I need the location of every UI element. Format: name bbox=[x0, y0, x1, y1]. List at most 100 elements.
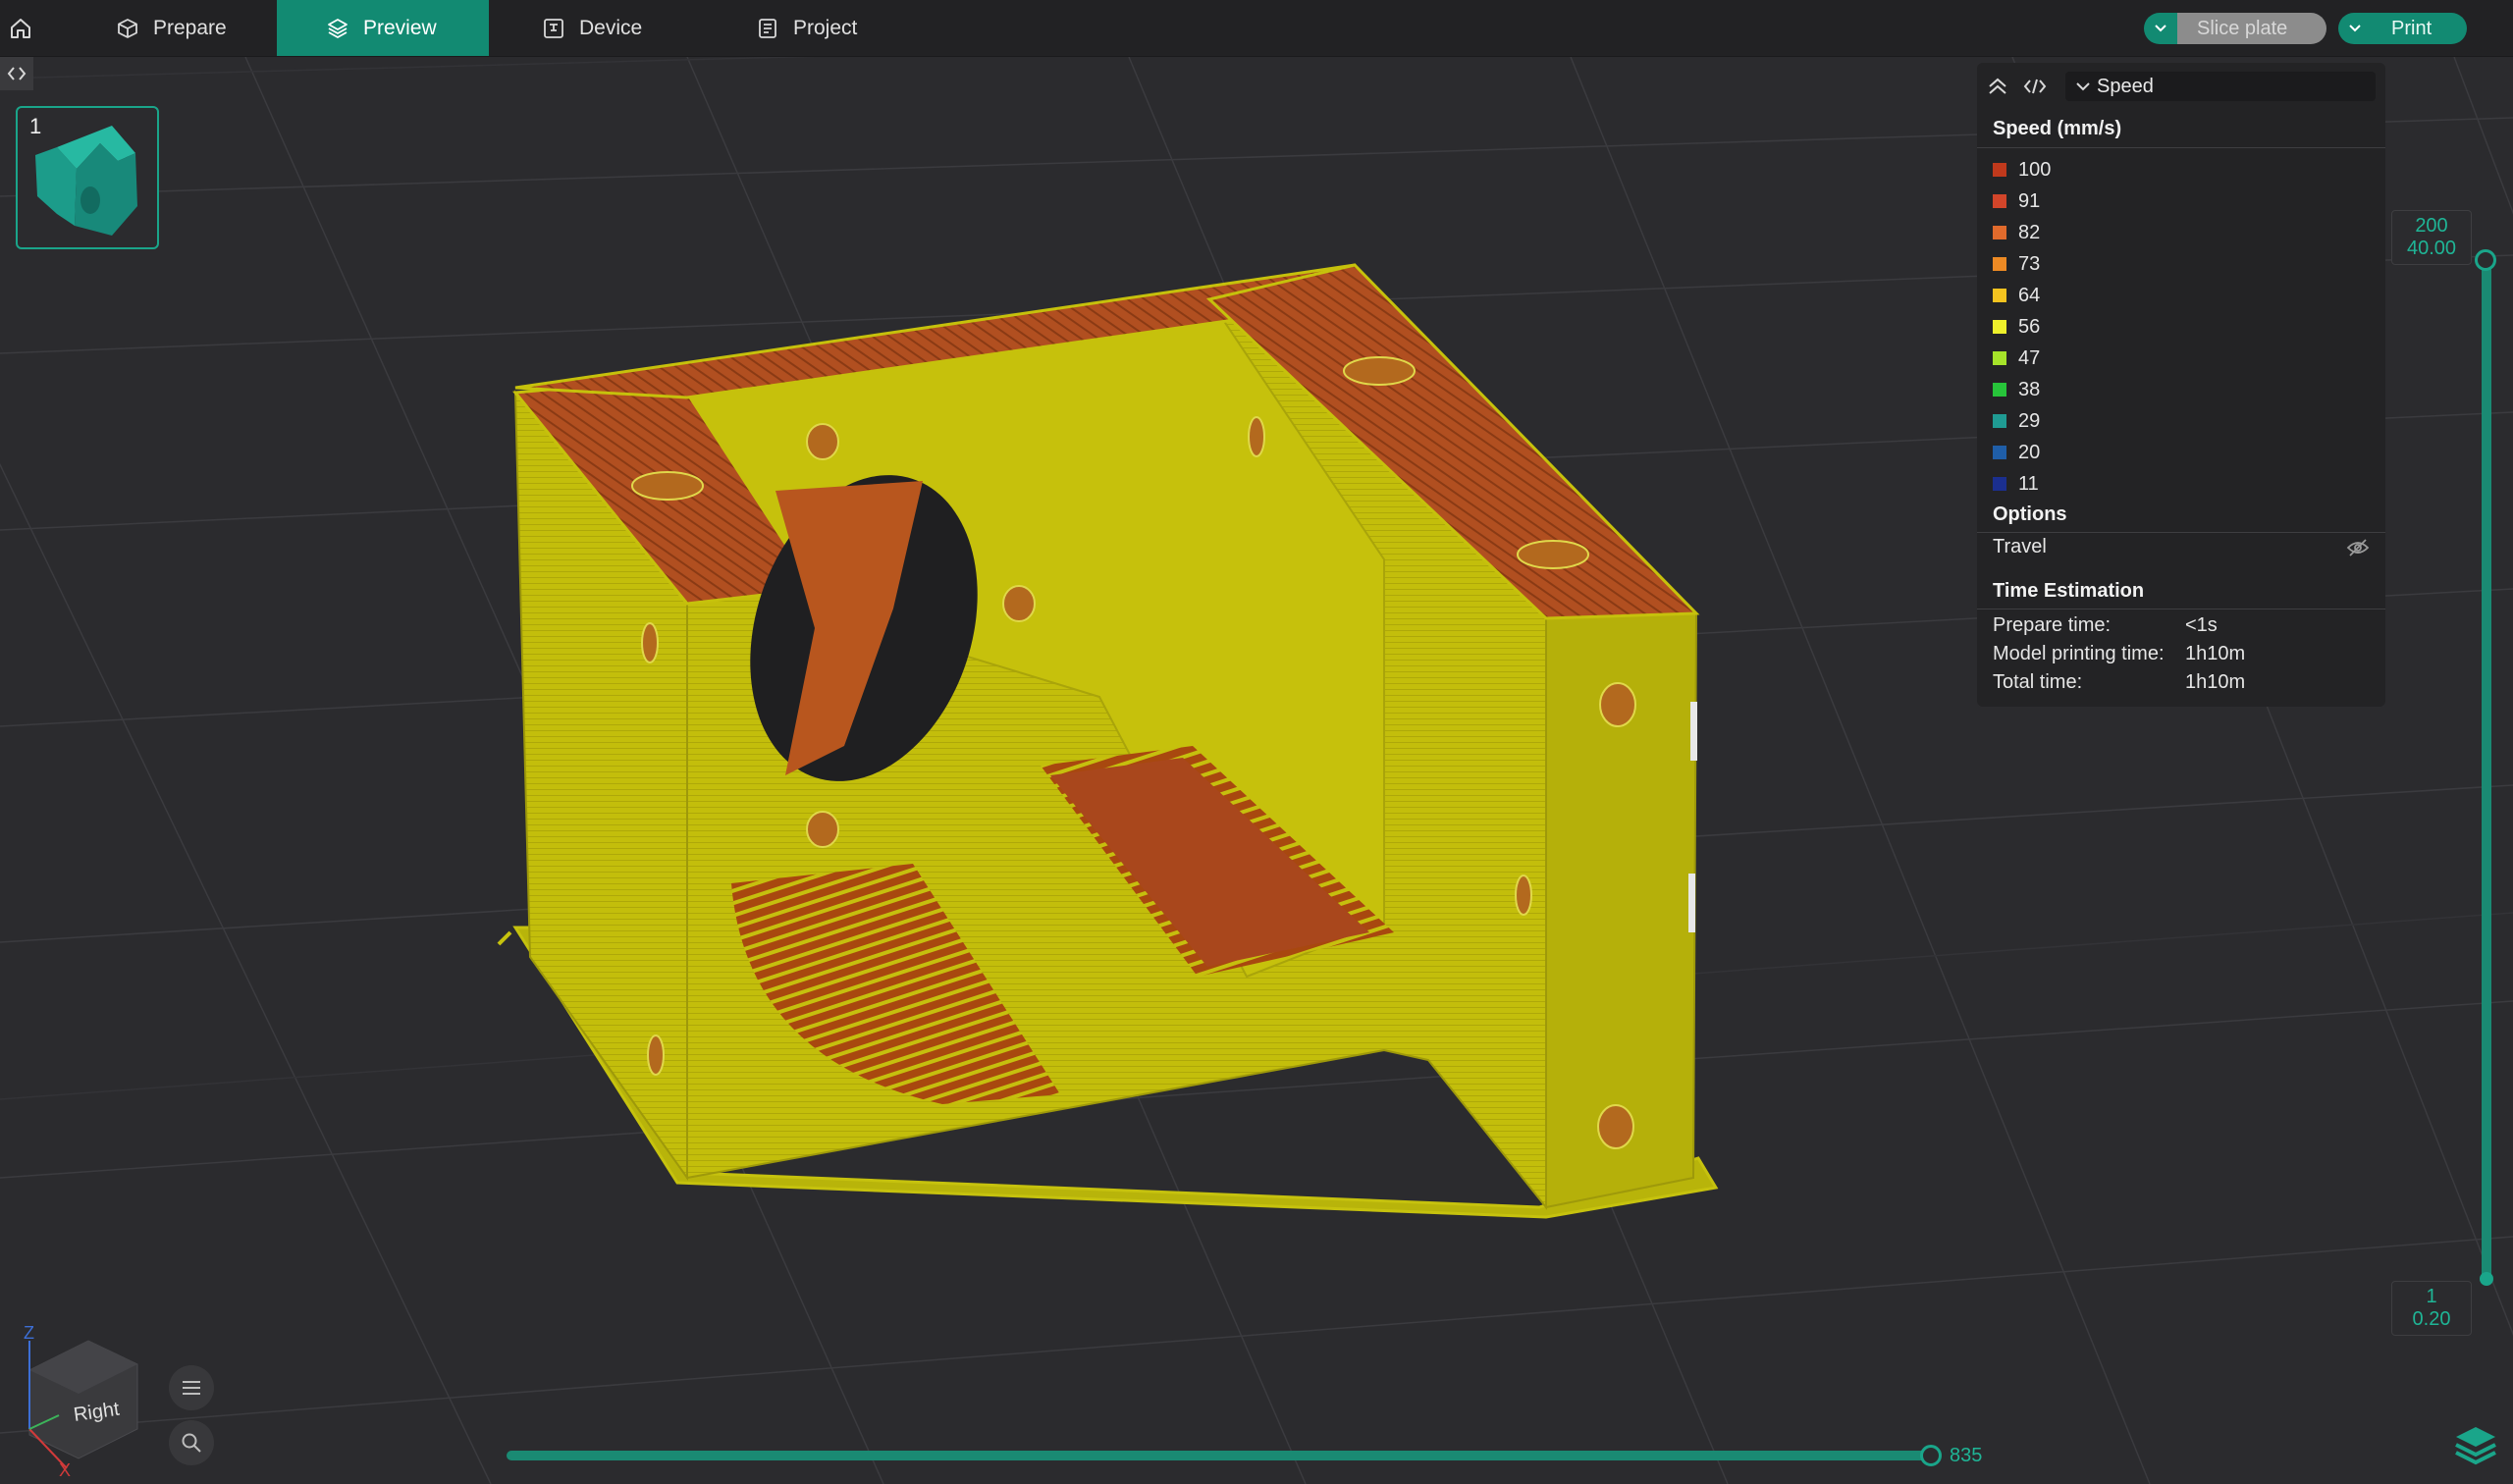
collapse-up-icon[interactable] bbox=[1987, 77, 2008, 96]
speed-legend-value: 47 bbox=[2018, 346, 2041, 369]
view-mode-select[interactable]: Speed bbox=[2065, 72, 2376, 101]
speed-legend-value: 82 bbox=[2018, 221, 2041, 243]
divider bbox=[1977, 147, 2385, 148]
axis-z-label: Z bbox=[24, 1323, 34, 1343]
axis-x-label: X bbox=[59, 1460, 71, 1478]
slice-dropdown[interactable] bbox=[2144, 13, 2177, 44]
top-layer-number: 200 bbox=[2415, 215, 2448, 237]
layer-slider-track[interactable] bbox=[2482, 257, 2491, 1282]
bottom-layer-number: 1 bbox=[2426, 1286, 2437, 1307]
color-swatch bbox=[1993, 351, 2006, 365]
prepare-time-row: Prepare time: <1s bbox=[1993, 614, 2218, 637]
home-icon bbox=[11, 18, 30, 38]
speed-legend-value: 100 bbox=[2018, 158, 2052, 181]
eye-hidden-icon[interactable] bbox=[2346, 538, 2370, 557]
home-button[interactable] bbox=[0, 0, 55, 56]
document-icon bbox=[759, 18, 776, 38]
color-swatch bbox=[1993, 383, 2006, 397]
code-brackets-icon[interactable] bbox=[2022, 76, 2048, 97]
speed-legend-value: 29 bbox=[2018, 409, 2041, 432]
color-swatch bbox=[1993, 194, 2006, 208]
tab-device[interactable]: Device bbox=[542, 0, 709, 56]
color-swatch bbox=[1993, 257, 2006, 271]
color-swatch bbox=[1993, 477, 2006, 491]
slice-plate-button[interactable]: Slice plate bbox=[2144, 13, 2327, 44]
move-slider-handle[interactable] bbox=[1920, 1445, 1942, 1466]
speed-legend-item: 29 bbox=[1993, 406, 2040, 436]
layers-stack-icon[interactable] bbox=[2452, 1421, 2499, 1468]
options-title: Options bbox=[1993, 504, 2067, 525]
code-brackets-icon bbox=[7, 67, 27, 80]
device-icon bbox=[544, 18, 563, 38]
bottom-layer-height: 0.20 bbox=[2412, 1308, 2451, 1330]
speed-legend-value: 56 bbox=[2018, 315, 2041, 338]
color-swatch bbox=[1993, 414, 2006, 428]
top-toolbar: Prepare Preview Device Project Slice pla… bbox=[0, 0, 2513, 57]
chevron-down-icon bbox=[2076, 82, 2090, 91]
brim-line bbox=[497, 930, 512, 946]
move-slider-value: 835 bbox=[1950, 1445, 1983, 1466]
color-swatch bbox=[1993, 163, 2006, 177]
tab-prepare-label: Prepare bbox=[153, 16, 227, 39]
speed-legend-item: 64 bbox=[1993, 281, 2040, 310]
speed-legend-value: 73 bbox=[2018, 252, 2041, 275]
print-label: Print bbox=[2372, 13, 2468, 44]
tab-preview[interactable]: Preview bbox=[277, 0, 489, 56]
view-cube[interactable]: Z X Right bbox=[10, 1321, 147, 1478]
top-layer-indicator: 200 40.00 bbox=[2391, 210, 2472, 265]
layer-slider-top-handle[interactable] bbox=[2475, 249, 2496, 271]
model-thumbnail-icon bbox=[35, 126, 137, 236]
cube-icon bbox=[118, 18, 137, 38]
layers-icon bbox=[328, 18, 348, 38]
speed-legend-item: 73 bbox=[1993, 249, 2040, 279]
speed-legend-value: 64 bbox=[2018, 284, 2041, 306]
speed-legend-item: 91 bbox=[1993, 186, 2040, 216]
speed-legend-item: 38 bbox=[1993, 375, 2040, 404]
chevron-down-icon bbox=[2349, 25, 2361, 32]
layer-slider-bottom-handle[interactable] bbox=[2480, 1272, 2493, 1286]
total-time-label: Total time: bbox=[1993, 671, 2083, 693]
search-icon bbox=[182, 1433, 201, 1453]
legend-panel: Speed Speed (mm/s) 100 91 82 73 64 56 47 38 29 20… bbox=[1977, 63, 2385, 707]
speed-legend-value: 20 bbox=[2018, 441, 2041, 463]
hamburger-icon bbox=[183, 1381, 200, 1395]
model-time-label: Model printing time: bbox=[1993, 643, 2165, 664]
legend-header: Speed bbox=[1977, 63, 2385, 110]
tab-project[interactable]: Project bbox=[756, 0, 923, 56]
speed-legend-value: 38 bbox=[2018, 378, 2041, 400]
time-estimation-title: Time Estimation bbox=[1993, 580, 2145, 602]
model-time-value: 1h10m bbox=[2185, 643, 2246, 664]
speed-legend-item: 47 bbox=[1993, 344, 2040, 373]
color-swatch bbox=[1993, 446, 2006, 459]
model-time-row: Model printing time: 1h10m bbox=[1993, 643, 2245, 665]
tab-device-label: Device bbox=[579, 16, 643, 39]
model-side-slot bbox=[1690, 702, 1697, 761]
speed-legend-item: 100 bbox=[1993, 155, 2051, 185]
speed-legend-item: 82 bbox=[1993, 218, 2040, 247]
speed-legend-item: 11 bbox=[1993, 469, 2039, 499]
collapse-sidebar-button[interactable] bbox=[0, 57, 33, 90]
speed-legend-value: 11 bbox=[2018, 472, 2039, 495]
bottom-layer-indicator: 1 0.20 bbox=[2391, 1281, 2472, 1336]
tab-preview-label: Preview bbox=[363, 16, 437, 39]
plate-thumbnail[interactable]: 1 bbox=[16, 106, 159, 249]
color-swatch bbox=[1993, 320, 2006, 334]
travel-option-row[interactable]: Travel bbox=[1993, 536, 2370, 558]
print-button[interactable]: Print bbox=[2338, 13, 2468, 44]
menu-button[interactable] bbox=[169, 1365, 214, 1410]
speed-title: Speed (mm/s) bbox=[1993, 118, 2122, 139]
divider bbox=[1977, 609, 2385, 610]
speed-legend-item: 20 bbox=[1993, 438, 2040, 467]
print-dropdown[interactable] bbox=[2338, 13, 2372, 44]
top-layer-height: 40.00 bbox=[2406, 238, 2457, 259]
tab-prepare[interactable]: Prepare bbox=[110, 0, 277, 56]
move-slider-track[interactable] bbox=[507, 1451, 1936, 1460]
prepare-time-value: <1s bbox=[2185, 614, 2218, 636]
search-button[interactable] bbox=[169, 1420, 214, 1465]
travel-label: Travel bbox=[1993, 536, 2047, 557]
model-side-slot bbox=[1688, 874, 1695, 932]
total-time-value: 1h10m bbox=[2185, 671, 2246, 693]
total-time-row: Total time: 1h10m bbox=[1993, 671, 2245, 694]
slice-plate-label: Slice plate bbox=[2177, 13, 2327, 44]
color-swatch bbox=[1993, 226, 2006, 239]
